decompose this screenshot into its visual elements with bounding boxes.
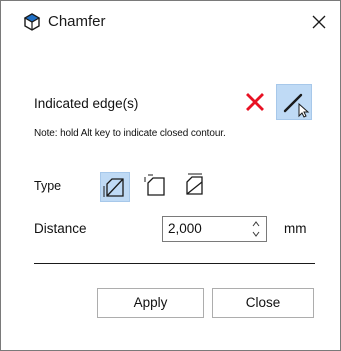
spin-down-icon[interactable] [251, 230, 261, 238]
edge-select-icon [283, 93, 310, 118]
cube-icon [23, 13, 41, 31]
type-label: Type [34, 179, 62, 193]
indicated-edges-label: Indicated edge(s) [34, 96, 139, 111]
divider [34, 263, 315, 264]
distance-unit: mm [284, 221, 307, 236]
chamfer-type-2-button[interactable] [142, 172, 172, 202]
apply-button[interactable]: Apply [97, 288, 204, 318]
chamfer-type-3-button[interactable] [181, 172, 211, 202]
chamfer-dialog: Chamfer Indicated edge(s) Note: hold Alt… [0, 0, 341, 351]
distance-spinbox[interactable]: 2,000 [162, 216, 267, 242]
close-button[interactable]: Close [212, 288, 314, 318]
closed-contour-note: Note: hold Alt key to indicate closed co… [34, 128, 226, 139]
chamfer-type-1-icon [103, 178, 124, 197]
select-edges-button[interactable] [276, 84, 312, 120]
spin-up-icon[interactable] [251, 220, 261, 228]
title-bar: Chamfer [1, 1, 340, 41]
window-title: Chamfer [48, 13, 106, 30]
distance-value[interactable]: 2,000 [168, 221, 202, 236]
chamfer-type-3-icon [186, 173, 203, 195]
distance-label: Distance [34, 221, 87, 236]
chamfer-type-1-button[interactable] [100, 172, 130, 202]
red-x-icon[interactable] [245, 92, 265, 112]
chamfer-type-2-icon [144, 174, 165, 196]
close-icon[interactable] [308, 11, 330, 33]
